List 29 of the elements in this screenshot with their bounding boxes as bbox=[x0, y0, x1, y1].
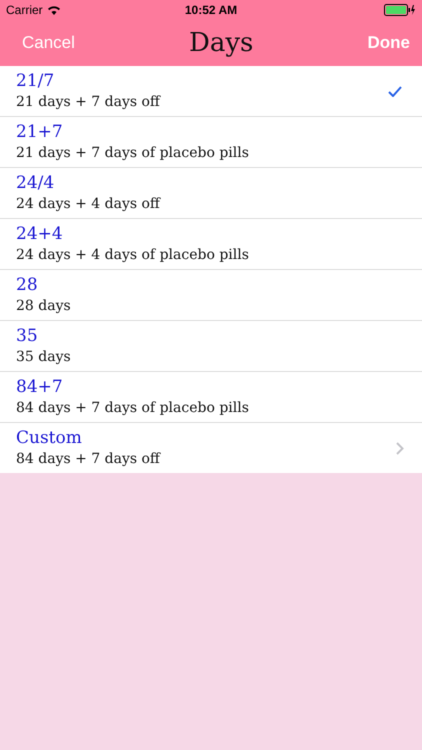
option-row[interactable]: 84+7 84 days + 7 days of placebo pills bbox=[0, 372, 422, 423]
wifi-icon bbox=[46, 5, 61, 15]
option-detail: 21 days + 7 days of placebo pills bbox=[16, 144, 249, 162]
option-row[interactable]: Custom 84 days + 7 days off bbox=[0, 423, 422, 473]
option-title: 24/4 bbox=[16, 172, 54, 194]
option-detail: 35 days bbox=[16, 348, 71, 366]
option-row[interactable]: 24+4 24 days + 4 days of placebo pills bbox=[0, 219, 422, 270]
option-detail: 21 days + 7 days off bbox=[16, 92, 160, 112]
option-detail: 84 days + 7 days of placebo pills bbox=[16, 398, 249, 418]
clock-time: 10:52 AM bbox=[184, 3, 238, 17]
carrier-label: Carrier bbox=[6, 3, 43, 17]
option-row[interactable]: 21+7 21 days + 7 days of placebo pills bbox=[0, 117, 422, 168]
option-row[interactable]: 28 28 days bbox=[0, 270, 422, 321]
option-detail: 28 days bbox=[16, 296, 71, 316]
screen-title: Days bbox=[188, 28, 254, 58]
chevron-icon bbox=[396, 442, 404, 454]
option-title: 21+7 bbox=[16, 122, 63, 142]
option-row[interactable]: 35 35 days bbox=[0, 321, 422, 372]
option-detail: 84 days + 7 days off bbox=[16, 450, 160, 468]
option-row[interactable]: 24/4 24 days + 4 days off bbox=[0, 168, 422, 219]
option-title: 21/7 bbox=[16, 70, 54, 92]
option-detail: 24 days + 4 days of placebo pills bbox=[16, 246, 249, 264]
option-title: 28 bbox=[16, 274, 38, 296]
option-title: 24+4 bbox=[16, 224, 63, 244]
battery-icon bbox=[384, 4, 416, 16]
option-title: Custom bbox=[16, 428, 82, 448]
option-detail: 24 days + 4 days off bbox=[16, 194, 160, 214]
option-title: 35 bbox=[16, 326, 38, 346]
option-title: 84+7 bbox=[16, 376, 63, 398]
